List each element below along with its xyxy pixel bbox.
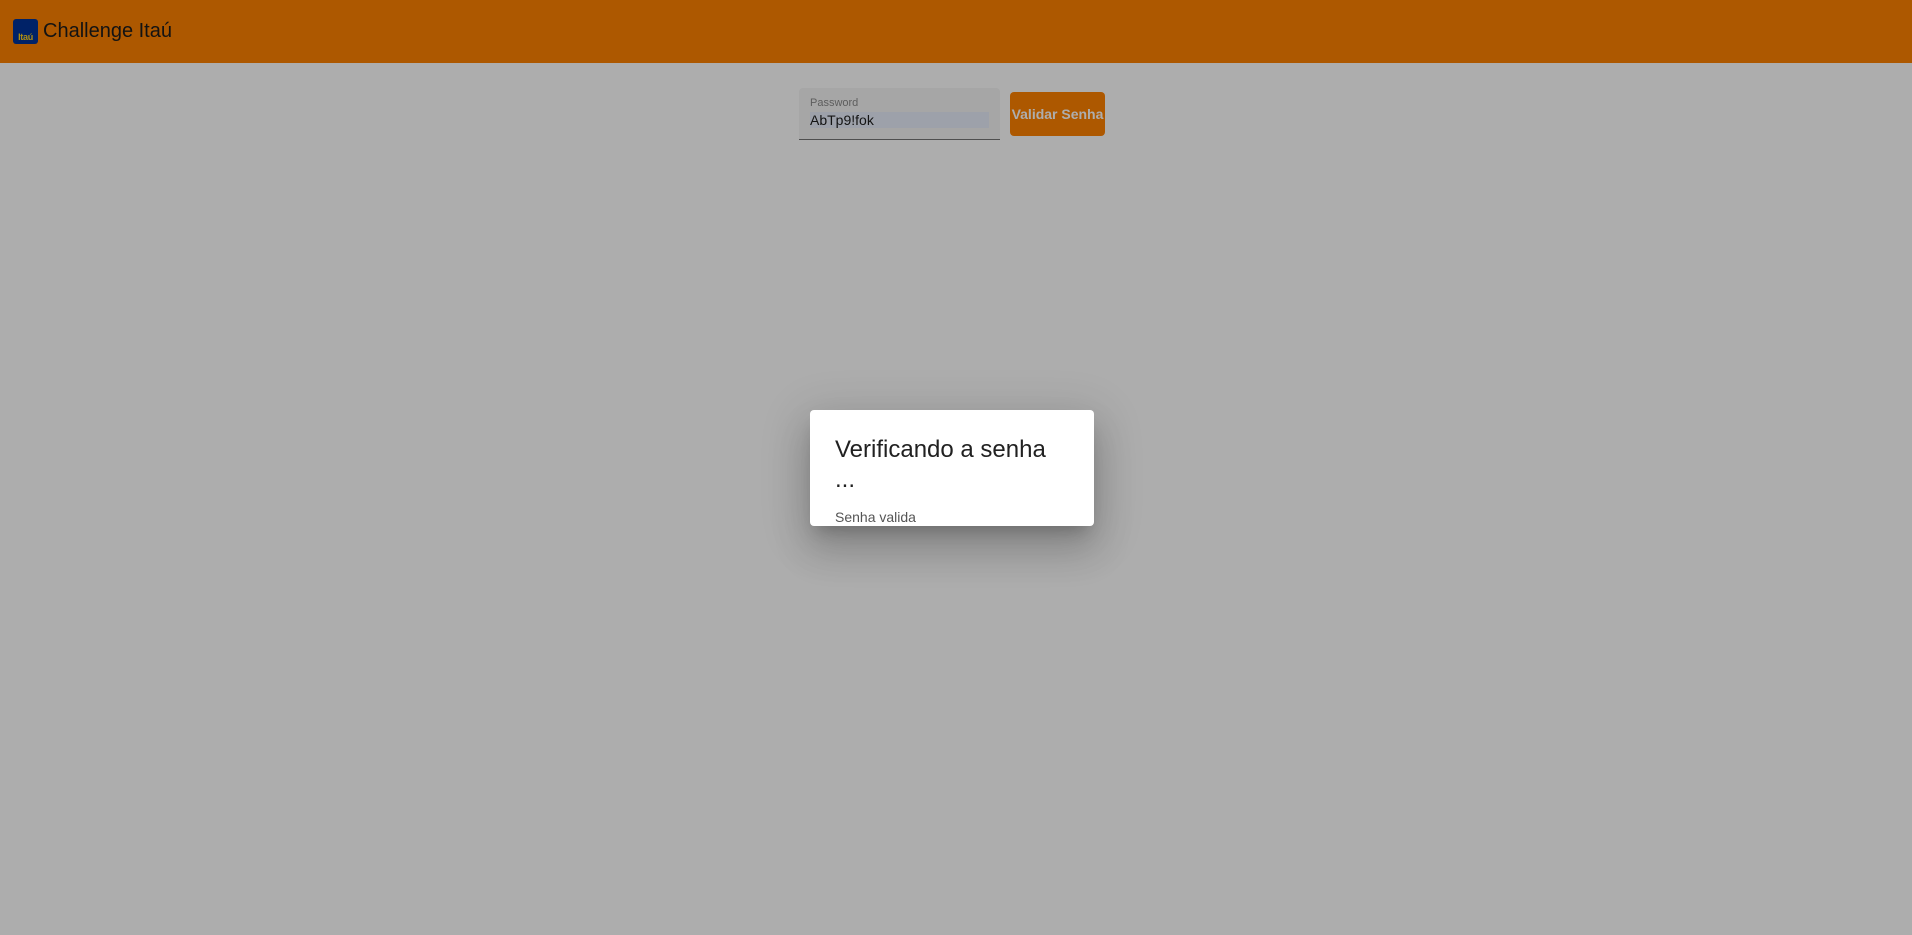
dialog-title: Verificando a senha ...: [835, 436, 1046, 493]
page: Itaú Challenge Itaú Password Validar Sen…: [0, 0, 1912, 935]
dialog-message: Senha valida: [835, 509, 916, 525]
verification-dialog: Verificando a senha ... Senha valida: [810, 410, 1094, 526]
